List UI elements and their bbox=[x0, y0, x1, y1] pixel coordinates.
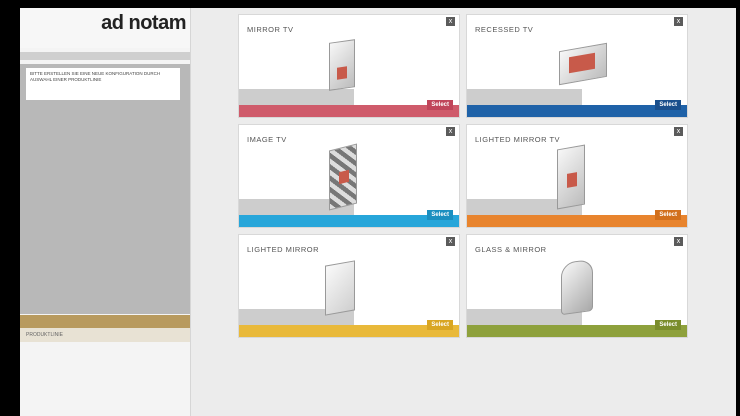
instruction-note: BITTE ERSTELLEN SIE EINE NEUE KONFIGURAT… bbox=[26, 68, 180, 100]
select-button[interactable]: Select bbox=[655, 210, 681, 220]
close-icon[interactable]: x bbox=[674, 17, 683, 26]
product-line-label[interactable]: PRODUKTLINIE bbox=[20, 328, 190, 342]
close-icon[interactable]: x bbox=[674, 237, 683, 246]
card-floor bbox=[467, 89, 582, 106]
sidebar-header-band bbox=[20, 52, 190, 60]
card-accent-strip bbox=[239, 105, 459, 117]
card-title: LIGHTED MIRROR bbox=[247, 245, 320, 254]
select-button[interactable]: Select bbox=[427, 320, 453, 330]
close-icon[interactable]: x bbox=[446, 17, 455, 26]
card-accent-strip bbox=[467, 105, 687, 117]
sidebar-panel: BITTE ERSTELLEN SIE EINE NEUE KONFIGURAT… bbox=[20, 64, 190, 314]
card-floor bbox=[239, 89, 354, 106]
card-title: GLASS & MIRROR bbox=[475, 245, 547, 254]
product-card-image-tv[interactable]: IMAGE TV x Select bbox=[238, 124, 460, 228]
select-button[interactable]: Select bbox=[427, 210, 453, 220]
close-icon[interactable]: x bbox=[674, 127, 683, 136]
card-accent-strip bbox=[467, 325, 687, 337]
product-card-lighted-mirror-tv[interactable]: LIGHTED MIRROR TV x Select bbox=[466, 124, 688, 228]
card-accent-strip bbox=[467, 215, 687, 227]
product-card-mirror-tv[interactable]: MIRROR TV x Select bbox=[238, 14, 460, 118]
app-window: ad notam BITTE ERSTELLEN SIE EINE NEUE K… bbox=[20, 8, 736, 416]
product-card-lighted-mirror[interactable]: LIGHTED MIRROR x Select bbox=[238, 234, 460, 338]
sidebar: ad notam BITTE ERSTELLEN SIE EINE NEUE K… bbox=[20, 8, 190, 416]
card-title: LIGHTED MIRROR TV bbox=[475, 135, 561, 144]
select-button[interactable]: Select bbox=[427, 100, 453, 110]
card-title: RECESSED TV bbox=[475, 25, 534, 34]
brand-logo[interactable]: ad notam bbox=[101, 12, 186, 35]
sidebar-accent-bar bbox=[20, 315, 190, 328]
close-icon[interactable]: x bbox=[446, 237, 455, 246]
sidebar-divider bbox=[190, 8, 191, 416]
product-card-recessed-tv[interactable]: RECESSED TV x Select bbox=[466, 14, 688, 118]
select-button[interactable]: Select bbox=[655, 320, 681, 330]
card-accent-strip bbox=[239, 325, 459, 337]
card-title: IMAGE TV bbox=[247, 135, 287, 144]
card-title: MIRROR TV bbox=[247, 25, 294, 34]
logo-area: ad notam bbox=[20, 8, 190, 48]
card-accent-strip bbox=[239, 215, 459, 227]
product-card-glass-mirror[interactable]: GLASS & MIRROR x Select bbox=[466, 234, 688, 338]
select-button[interactable]: Select bbox=[655, 100, 681, 110]
close-icon[interactable]: x bbox=[446, 127, 455, 136]
